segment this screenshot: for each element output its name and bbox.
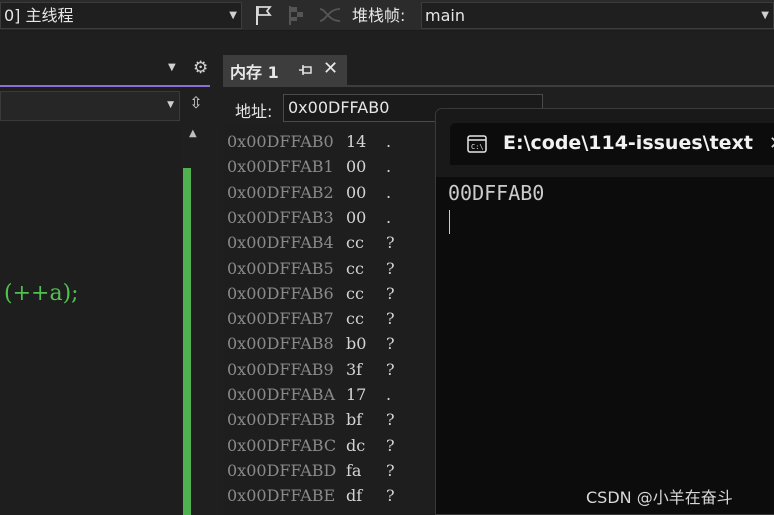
text-cursor — [449, 210, 450, 234]
show-threads-icon[interactable] — [318, 3, 342, 27]
svg-text:C:\: C:\ — [471, 143, 484, 151]
memory-byte: df — [346, 486, 363, 506]
memory-byte: bf — [346, 410, 363, 430]
memory-char: . — [386, 132, 392, 151]
memory-byte: 17 — [346, 385, 367, 404]
member-navigation-dropdown[interactable]: ▼ — [0, 91, 180, 121]
memory-tab-underline — [223, 85, 774, 87]
memory-byte: 00 — [346, 509, 366, 515]
memory-grid[interactable]: 0x00DFFAB0 14. 0x00DFFAB1 00. 0x00DFFAB2 00. 0… — [223, 126, 435, 515]
memory-address: 0x00DFFABF — [227, 509, 335, 515]
code-line: (++a); — [4, 281, 79, 306]
memory-byte: 00 — [346, 182, 367, 202]
memory-address: 0x00DFFABC — [227, 435, 337, 455]
pin-icon[interactable] — [298, 62, 314, 78]
memory-address: 0x00DFFAB7 — [227, 309, 334, 329]
console-titlebar: C:\ E:\code\114-issues\text ✕ — [436, 109, 774, 177]
memory-address: 0x00DFFABD — [227, 460, 337, 480]
memory-address: 0x00DFFAB0 — [227, 132, 334, 151]
code-editor[interactable]: (++a); — [0, 123, 182, 515]
memory-byte: cc — [346, 233, 364, 253]
terminal-icon: C:\ — [467, 135, 487, 153]
console-output: 00DFFAB0 — [448, 181, 545, 205]
memory-address: 0x00DFFAB9 — [227, 359, 334, 379]
memory-char: . — [386, 509, 391, 515]
stack-frame-value: main — [425, 6, 465, 25]
memory-address: 0x00DFFAB8 — [227, 334, 334, 354]
memory-byte: 3f — [346, 359, 363, 379]
memory-address: 0x00DFFAB3 — [227, 207, 334, 227]
memory-address: 0x00DFFAB5 — [227, 258, 334, 278]
memory-byte: 00 — [346, 157, 367, 177]
memory-byte: cc — [346, 283, 364, 303]
debug-toolbar: 0] 主线程 ▼ 堆栈帧: main ▼ — [0, 0, 774, 31]
change-tracking-bar — [183, 168, 191, 515]
flag-threads-icon[interactable] — [285, 3, 309, 27]
memory-char: ? — [386, 460, 395, 480]
memory-byte: dc — [346, 435, 366, 455]
memory-char: ? — [386, 309, 395, 329]
thread-dropdown[interactable]: 0] 主线程 ▼ — [0, 2, 242, 29]
flag-icon[interactable] — [251, 3, 275, 27]
memory-byte: 00 — [346, 207, 367, 227]
memory-byte: b0 — [346, 334, 367, 354]
tab-list-dropdown-icon[interactable]: ▼ — [168, 62, 176, 73]
address-label: 地址: — [235, 102, 273, 121]
watermark: CSDN @小羊在奋斗 — [586, 488, 733, 507]
memory-byte: 14 — [346, 132, 367, 151]
memory-tab-title: 内存 1 — [230, 63, 279, 82]
memory-byte: cc — [346, 309, 364, 329]
chevron-down-icon: ▼ — [167, 100, 174, 110]
active-tab-indicator — [0, 85, 210, 87]
memory-char: . — [386, 182, 392, 202]
memory-char: ? — [386, 435, 395, 455]
memory-address: 0x00DFFABB — [227, 410, 336, 430]
scroll-up-icon[interactable]: ▲ — [189, 128, 197, 139]
split-editor-icon[interactable]: ⇳ — [184, 93, 208, 117]
memory-char: ? — [386, 283, 395, 303]
console-title: E:\code\114-issues\text — [503, 132, 753, 154]
editor-tab-strip: ▼ ⚙ — [0, 55, 215, 85]
memory-address: 0x00DFFAB4 — [227, 233, 334, 253]
close-icon[interactable]: ✕ — [323, 58, 338, 79]
memory-char: . — [386, 157, 392, 177]
memory-char: ? — [386, 233, 395, 253]
chevron-down-icon: ▼ — [229, 10, 237, 21]
memory-char: ? — [386, 410, 395, 430]
memory-char: . — [386, 385, 392, 404]
thread-dropdown-value: 0] 主线程 — [4, 6, 74, 25]
memory-address: 0x00DFFABA — [227, 385, 336, 404]
gear-icon[interactable]: ⚙ — [193, 58, 208, 78]
memory-address: 0x00DFFAB2 — [227, 182, 334, 202]
close-icon[interactable]: ✕ — [769, 133, 774, 154]
memory-address: 0x00DFFAB6 — [227, 283, 334, 303]
memory-char: ? — [386, 334, 395, 354]
memory-byte: cc — [346, 258, 364, 278]
memory-address: 0x00DFFABE — [227, 486, 336, 506]
chevron-down-icon: ▼ — [761, 10, 769, 21]
memory-char: ? — [386, 359, 395, 379]
tab-memory-1[interactable]: 内存 1 ✕ — [223, 55, 347, 85]
memory-char: . — [386, 207, 392, 227]
memory-byte: fa — [346, 460, 362, 480]
console-window[interactable]: C:\ E:\code\114-issues\text ✕ 00DFFAB0 C… — [435, 108, 774, 515]
memory-char: ? — [386, 486, 395, 506]
memory-address: 0x00DFFAB1 — [227, 157, 334, 177]
stack-frame-dropdown[interactable]: main ▼ — [421, 2, 774, 29]
memory-char: ? — [386, 258, 395, 278]
stack-frame-label: 堆栈帧: — [352, 6, 406, 25]
console-tab[interactable]: C:\ E:\code\114-issues\text — [450, 123, 774, 165]
